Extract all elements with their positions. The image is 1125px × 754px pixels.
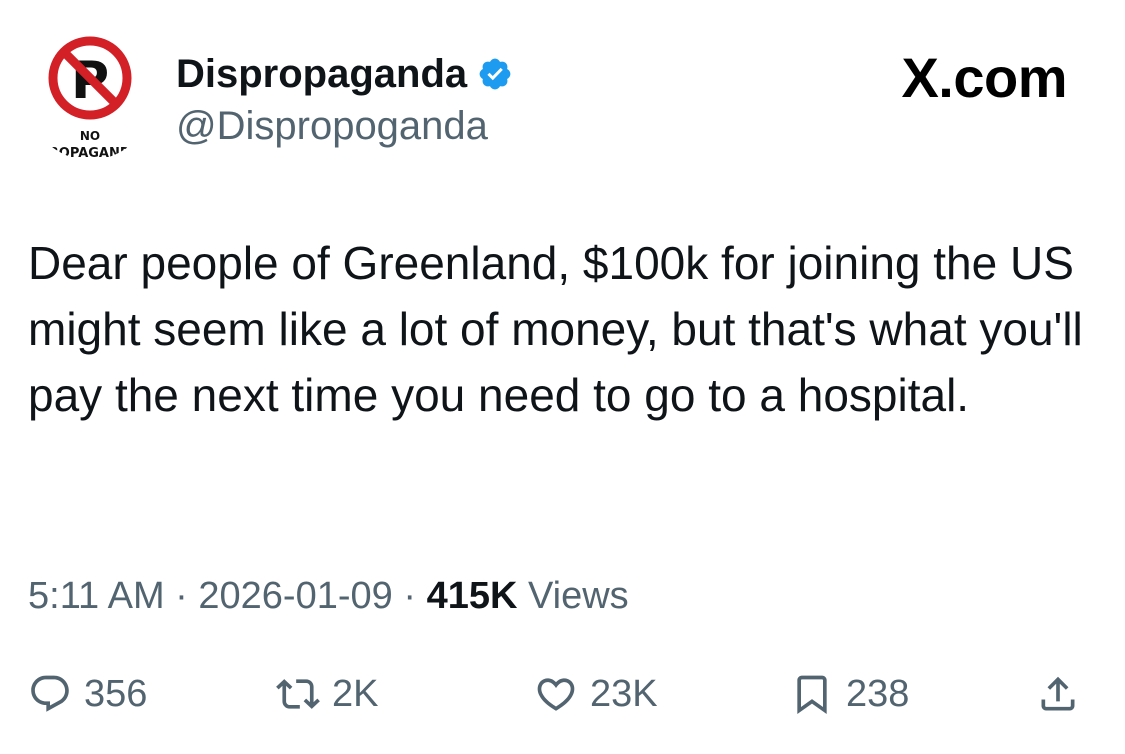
- meta-separator: ·: [403, 575, 416, 617]
- svg-text:NO: NO: [80, 129, 100, 143]
- repost-icon: [276, 679, 320, 709]
- reply-count: 356: [84, 672, 148, 715]
- views-label: Views: [527, 575, 629, 617]
- repost-button[interactable]: 2K: [276, 662, 378, 726]
- bookmark-count: 238: [846, 672, 910, 715]
- views-count: 415K: [426, 575, 518, 617]
- share-icon: [1041, 676, 1075, 711]
- tweet-date[interactable]: 2026-01-09: [198, 575, 392, 617]
- no-propaganda-logo: P NO PROPAGANDA: [28, 36, 152, 160]
- verified-badge-icon: [477, 56, 513, 92]
- avatar[interactable]: P NO PROPAGANDA: [28, 36, 152, 160]
- reply-button[interactable]: 356: [28, 662, 147, 726]
- author-handle[interactable]: @Dispropoganda: [176, 102, 488, 150]
- like-count: 23K: [590, 672, 658, 715]
- like-icon: [537, 678, 575, 711]
- tweet-time[interactable]: 5:11 AM: [28, 575, 165, 617]
- bookmark-button[interactable]: 238: [790, 662, 909, 726]
- tweet-card: P NO PROPAGANDA Dispropaganda @Dispropog…: [0, 0, 1125, 754]
- repost-count: 2K: [332, 672, 379, 715]
- meta-separator: ·: [175, 575, 188, 617]
- bookmark-icon: [797, 675, 827, 715]
- reply-icon: [31, 675, 69, 712]
- brand-watermark: X.com: [901, 46, 1067, 109]
- tweet-meta: 5:11 AM · 2026-01-09 · 415K Views: [28, 572, 629, 620]
- display-name[interactable]: Dispropaganda: [176, 50, 467, 98]
- author-name-row: Dispropaganda: [176, 50, 513, 98]
- share-button[interactable]: [1036, 662, 1080, 726]
- like-button[interactable]: 23K: [534, 662, 658, 726]
- action-bar: 356 2K 23K 238: [28, 662, 1097, 726]
- tweet-text: Dear people of Greenland, $100k for join…: [28, 237, 1083, 421]
- svg-text:PROPAGANDA: PROPAGANDA: [39, 146, 140, 160]
